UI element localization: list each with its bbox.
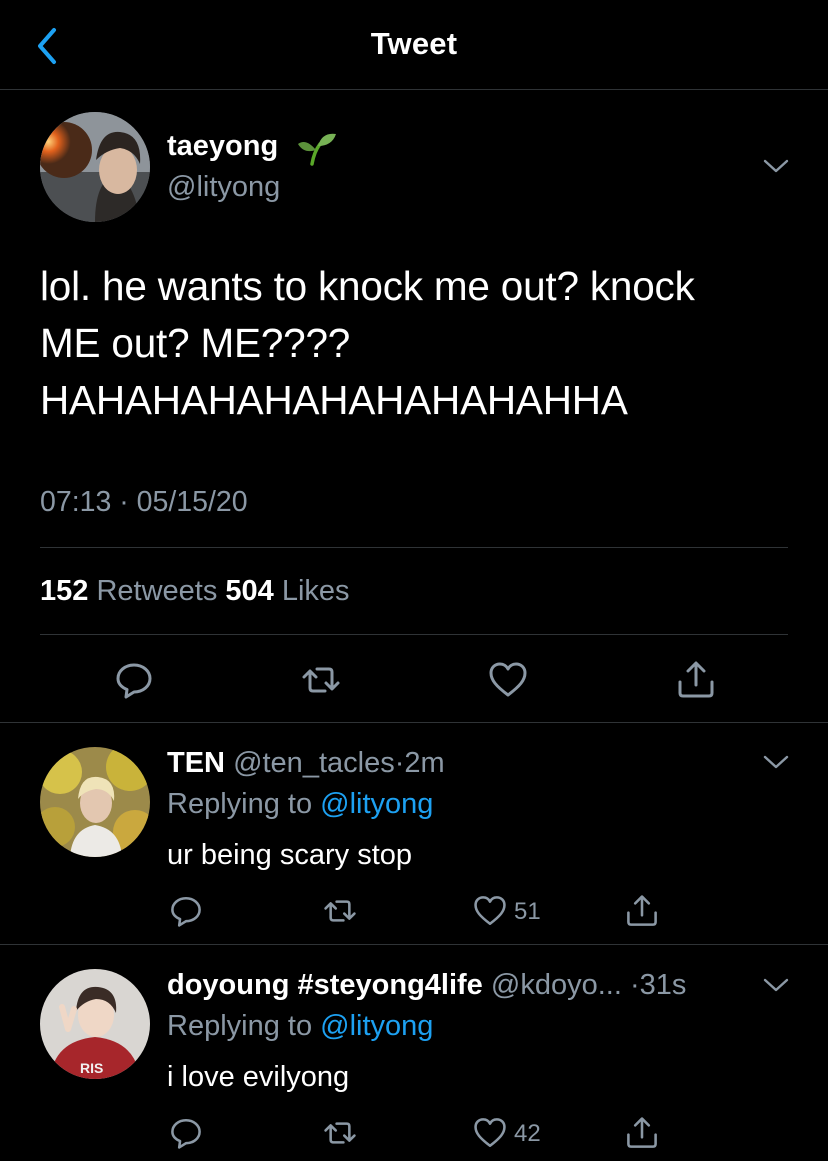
author-handle[interactable]: @lityong (167, 171, 280, 204)
retweets-label[interactable]: Retweets (96, 575, 217, 607)
tweet-timestamp: 07:13 · 05/15/20 (40, 486, 248, 518)
tweet-text-line: ME out? ME???? (40, 320, 351, 366)
reply-header: doyoung #steyong4life @kdoyo... ·31s (167, 969, 686, 1002)
separator-dot: · (394, 747, 405, 779)
reply-text: ur being scary stop (167, 839, 413, 871)
like-count: 51 (514, 898, 541, 925)
reply-header: TEN @ten_tacles·2m (167, 747, 445, 780)
like-count[interactable]: 504 (225, 575, 273, 607)
share-icon[interactable] (676, 660, 716, 700)
author-avatar[interactable] (40, 112, 150, 222)
more-chevron-down-icon[interactable] (762, 975, 790, 995)
separator-dot: · (629, 969, 640, 1001)
replying-prefix: Replying to (167, 788, 313, 820)
replying-prefix: Replying to (167, 1010, 313, 1042)
divider (40, 547, 788, 548)
reply-display-name[interactable]: TEN (167, 747, 225, 779)
page-title: Tweet (370, 26, 458, 61)
seedling-emoji-icon (296, 130, 338, 166)
more-chevron-down-icon[interactable] (762, 156, 790, 176)
heart-icon[interactable] (472, 894, 508, 928)
share-icon[interactable] (624, 1116, 660, 1150)
divider (0, 722, 828, 723)
reply-handle[interactable]: @kdoyo... (491, 969, 622, 1001)
reply-icon[interactable] (168, 894, 204, 928)
retweet-icon[interactable] (322, 1116, 358, 1150)
retweet-count[interactable]: 152 (40, 575, 88, 607)
top-bar: Tweet (0, 0, 828, 90)
replying-to-link[interactable]: @lityong (320, 1010, 433, 1042)
tweet-text: lol. he wants to knock me out? knock ME … (40, 258, 800, 429)
retweet-icon[interactable] (322, 894, 358, 928)
tweet-text-line: lol. he wants to knock me out? knock (40, 263, 695, 309)
replying-to: Replying to @lityong (167, 1010, 433, 1043)
like-count: 42 (514, 1120, 541, 1147)
reply-display-name[interactable]: doyoung #steyong4life (167, 969, 483, 1001)
divider (0, 944, 828, 945)
heart-icon[interactable] (472, 1116, 508, 1150)
likes-label[interactable]: Likes (282, 575, 350, 607)
reply-icon[interactable] (168, 1116, 204, 1150)
reply-handle[interactable]: @ten_tacles (233, 747, 395, 779)
engagement-stats: 152 Retweets 504 Likes (40, 575, 350, 608)
heart-icon[interactable] (488, 660, 528, 700)
svg-text:RIS: RIS (80, 1060, 103, 1076)
share-icon[interactable] (624, 894, 660, 928)
divider (40, 634, 788, 635)
reply-avatar[interactable] (40, 747, 150, 857)
reply-avatar[interactable]: RIS (40, 969, 150, 1079)
reply-text: i love evilyong (167, 1061, 350, 1093)
reply-time[interactable]: 2m (404, 747, 444, 779)
reply-time[interactable]: 31s (640, 969, 687, 1001)
more-chevron-down-icon[interactable] (762, 752, 790, 772)
replying-to-link[interactable]: @lityong (320, 788, 433, 820)
reply-icon[interactable] (114, 660, 154, 700)
tweet-text-line: HAHAHAHAHAHAHAHAHAHHA (40, 377, 628, 423)
replying-to: Replying to @lityong (167, 788, 433, 821)
retweet-icon[interactable] (301, 660, 341, 700)
author-display-name[interactable]: taeyong (167, 130, 278, 163)
